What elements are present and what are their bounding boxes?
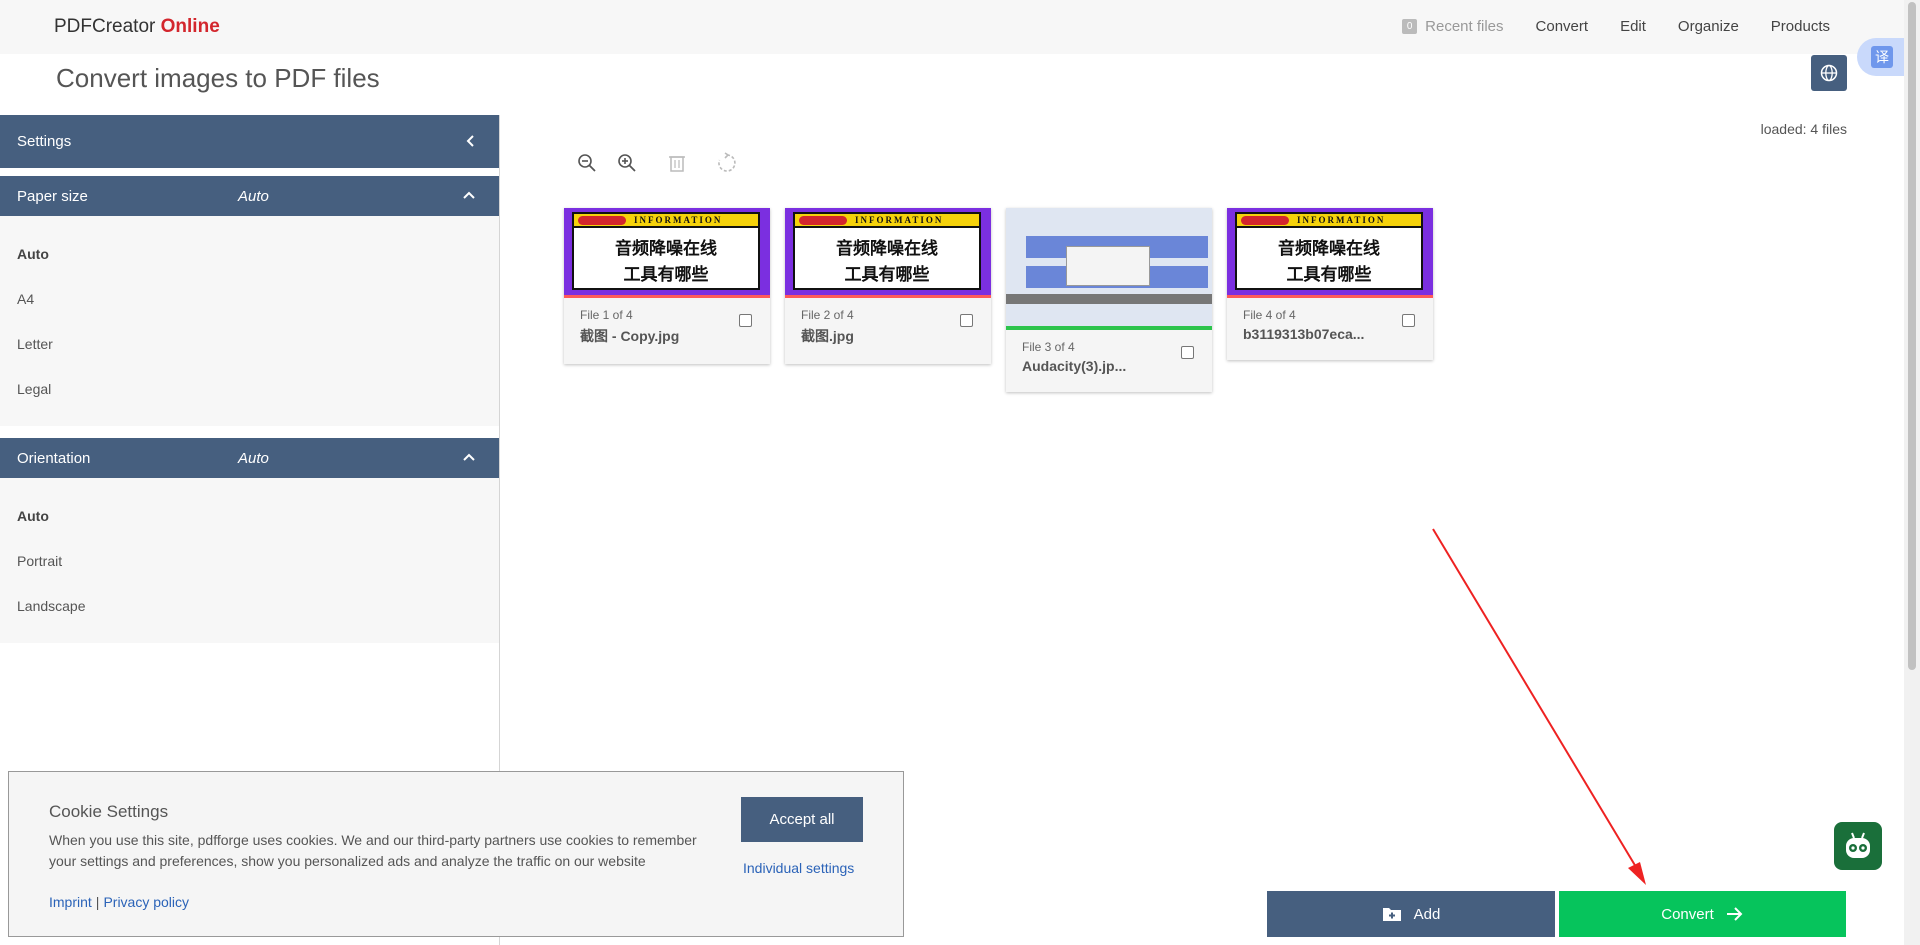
chevron-left-icon[interactable] [465, 132, 477, 150]
poster-text: 音频降噪在线 工具有哪些 [836, 239, 938, 284]
nav-edit[interactable]: Edit [1620, 18, 1646, 35]
settings-header[interactable]: Settings [0, 115, 499, 168]
language-button[interactable] [1811, 55, 1847, 91]
chevron-up-icon[interactable] [461, 450, 477, 464]
zoom-out-icon [578, 154, 596, 172]
logo-main: PDFCreator [54, 16, 156, 37]
add-folder-icon [1382, 908, 1401, 921]
chevron-up-icon[interactable] [461, 188, 477, 202]
robot-icon [1846, 832, 1870, 858]
file-select-checkbox[interactable] [1402, 314, 1415, 327]
file-thumbnail[interactable] [1006, 208, 1212, 330]
nav-convert[interactable]: Convert [1536, 18, 1589, 35]
individual-settings-link[interactable]: Individual settings [743, 860, 854, 876]
poster-title: INFORMATION [855, 215, 944, 225]
top-bar: PDFCreator Online 0 Recent files Convert… [0, 0, 1904, 54]
paper-size-value: Auto [238, 187, 269, 205]
file-select-checkbox[interactable] [1181, 346, 1194, 359]
logo-accent: Online [160, 16, 220, 37]
orientation-value: Auto [238, 449, 269, 467]
paper-size-option-auto[interactable]: Auto [0, 232, 499, 277]
file-name: 截图.jpg [801, 328, 854, 344]
zoom-out-button[interactable] [576, 150, 598, 176]
nav-recent-files-label: Recent files [1425, 18, 1504, 35]
rotate-button[interactable] [716, 150, 738, 176]
file-thumbnail[interactable]: INFORMATION 音频降噪在线 工具有哪些 [564, 208, 770, 298]
file-card-3[interactable]: File 3 of 4 Audacity(3).jp... [1006, 208, 1212, 392]
convert-button-label: Convert [1661, 905, 1714, 923]
translate-icon: 译 [1871, 46, 1893, 68]
privacy-policy-link[interactable]: Privacy policy [103, 894, 189, 910]
page-title: Convert images to PDF files [56, 63, 380, 93]
poster-title: INFORMATION [1297, 215, 1386, 225]
annotation-arrow-icon [1432, 528, 1646, 885]
orientation-label: Orientation [17, 449, 91, 467]
recent-count-badge: 0 [1402, 19, 1418, 34]
delete-button[interactable] [666, 150, 688, 176]
paper-size-label: Paper size [17, 187, 88, 205]
translate-button[interactable]: 译 [1857, 38, 1907, 76]
file-card-4[interactable]: INFORMATION 音频降噪在线 工具有哪些 File 4 of 4 b31… [1227, 208, 1433, 360]
file-name: 截图 - Copy.jpg [580, 328, 680, 344]
file-number: File 3 of 4 [1022, 340, 1075, 354]
paper-size-options: Auto A4 Letter Legal [0, 216, 499, 426]
file-toolbar [576, 150, 738, 176]
file-name: b3119313b07eca... [1243, 326, 1365, 342]
orientation-options: Auto Portrait Landscape [0, 478, 499, 643]
nav-recent-files[interactable]: 0 Recent files [1402, 18, 1504, 35]
globe-icon [1820, 64, 1838, 82]
cookie-links: Imprint | Privacy policy [49, 894, 189, 910]
orientation-option-portrait[interactable]: Portrait [0, 539, 499, 584]
scrollbar-thumb[interactable] [1908, 2, 1916, 670]
main-nav: 0 Recent files Convert Edit Organize Pro… [1402, 18, 1830, 35]
cookie-title: Cookie Settings [49, 802, 169, 821]
cookie-text: When you use this site, pdfforge uses co… [49, 832, 697, 869]
cookie-banner: Cookie Settings When you use this site, … [8, 771, 904, 937]
orientation-header[interactable]: Orientation Auto [0, 438, 499, 478]
screenshot-preview [1006, 208, 1212, 330]
nav-products[interactable]: Products [1771, 18, 1830, 35]
file-select-checkbox[interactable] [739, 314, 752, 327]
paper-size-header[interactable]: Paper size Auto [0, 176, 499, 216]
file-number: File 4 of 4 [1243, 308, 1296, 322]
poster-text: 音频降噪在线 工具有哪些 [615, 239, 717, 284]
file-thumbnail[interactable]: INFORMATION 音频降噪在线 工具有哪些 [1227, 208, 1433, 298]
loaded-count: loaded: 4 files [1760, 121, 1847, 137]
logo[interactable]: PDFCreator Online [54, 16, 220, 38]
trash-icon [669, 156, 685, 172]
file-thumbnail[interactable]: INFORMATION 音频降噪在线 工具有哪些 [785, 208, 991, 298]
poster-preview: INFORMATION 音频降噪在线 工具有哪些 [1227, 208, 1433, 298]
file-card-2[interactable]: INFORMATION 音频降噪在线 工具有哪些 File 2 of 4 截图.… [785, 208, 991, 364]
paper-size-option-legal[interactable]: Legal [0, 367, 499, 412]
arrow-right-icon [1726, 907, 1743, 921]
poster-title: INFORMATION [634, 215, 723, 225]
file-number: File 2 of 4 [801, 308, 854, 322]
assistant-robot-button[interactable] [1834, 822, 1882, 870]
add-button-label: Add [1413, 905, 1441, 923]
accept-all-button[interactable]: Accept all [741, 797, 863, 842]
file-select-checkbox[interactable] [960, 314, 973, 327]
zoom-in-button[interactable] [616, 150, 638, 176]
poster-text: 音频降噪在线 工具有哪些 [1278, 239, 1380, 284]
poster-preview: INFORMATION 音频降噪在线 工具有哪些 [564, 208, 770, 298]
paper-size-option-a4[interactable]: A4 [0, 277, 499, 322]
orientation-option-auto[interactable]: Auto [0, 494, 499, 539]
poster-preview: INFORMATION 音频降噪在线 工具有哪些 [785, 208, 991, 298]
imprint-link[interactable]: Imprint [49, 894, 92, 910]
file-number: File 1 of 4 [580, 308, 633, 322]
link-separator: | [95, 894, 100, 910]
page-scrollbar[interactable] [1904, 0, 1920, 945]
rotate-icon [718, 152, 736, 172]
file-card-1[interactable]: INFORMATION 音频降噪在线 工具有哪些 File 1 of 4 截图 … [564, 208, 770, 364]
nav-organize[interactable]: Organize [1678, 18, 1739, 35]
settings-title: Settings [17, 133, 72, 150]
convert-button[interactable]: Convert [1559, 891, 1846, 937]
add-button[interactable]: Add [1267, 891, 1555, 937]
orientation-option-landscape[interactable]: Landscape [0, 584, 499, 629]
zoom-in-icon [618, 154, 636, 172]
file-name: Audacity(3).jp... [1022, 358, 1127, 374]
paper-size-option-letter[interactable]: Letter [0, 322, 499, 367]
